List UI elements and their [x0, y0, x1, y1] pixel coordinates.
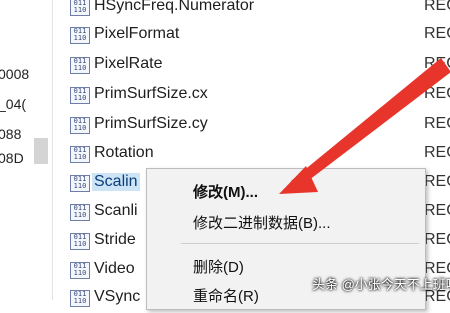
red-arrow-annotation	[279, 58, 450, 194]
arrow-shaft	[291, 58, 450, 190]
watermark: 头条 @小张今天不上班呐	[312, 277, 450, 292]
